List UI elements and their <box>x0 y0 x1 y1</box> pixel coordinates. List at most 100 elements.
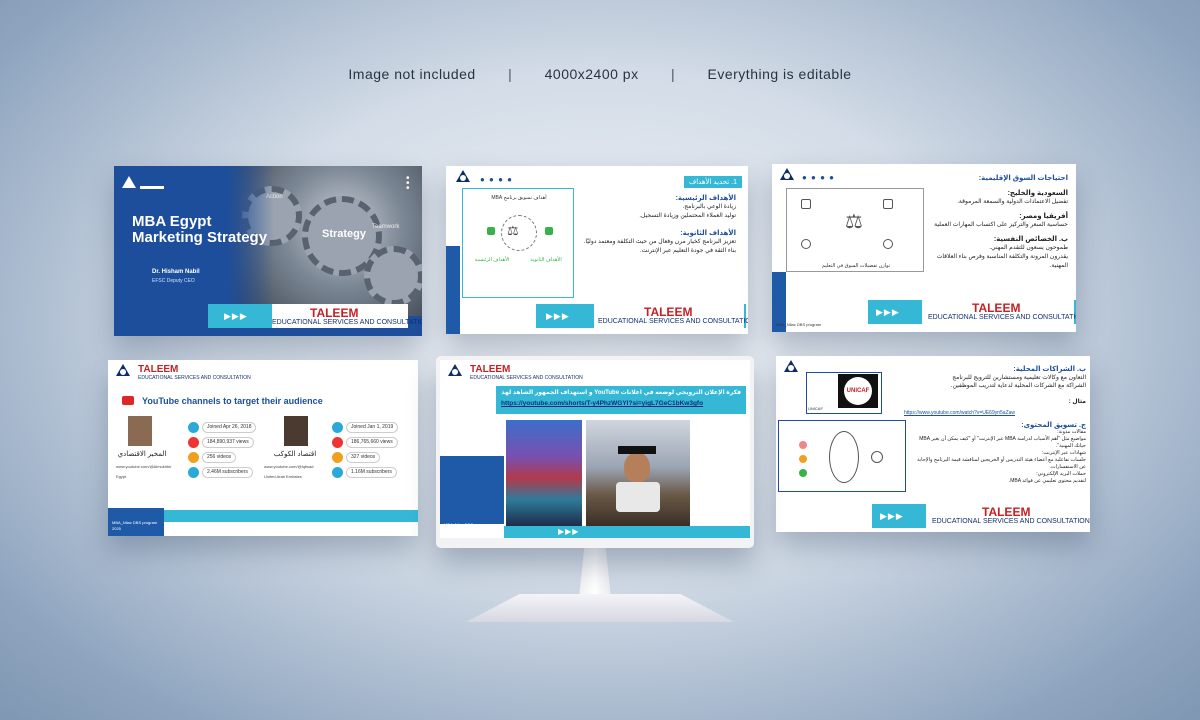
footer-note: MBA_Nilac DBS program <box>112 520 158 525</box>
scale-icon: ⚖ <box>507 223 519 238</box>
brand-sub: EDUCATIONAL SERVICES AND CONSULTATION <box>928 314 1076 321</box>
channel-2-name: اقتصاد الكوكب <box>273 451 317 458</box>
logo-icon <box>784 360 798 372</box>
brand-name: TALEEM <box>982 505 1031 519</box>
market-title: احتياجات السوق الإقليمية: <box>978 175 1068 182</box>
header-caption: Image not included | 4000x2400 px | Ever… <box>348 66 852 82</box>
slide-title-line2: Marketing Strategy <box>132 229 268 246</box>
objectives-diagram: أهداف تسويق برنامج MBA ⚖ الأهداف الرئيسي… <box>462 188 574 298</box>
content-5: حملات البريد الإلكتروني: <box>1036 471 1086 477</box>
secondary-goal-2: بناء الثقة في جودة التعليم عبر الإنترنت. <box>640 248 736 254</box>
content-2: مواضيع مثل "أهم الأسباب لدراسة MBA عبر ا… <box>919 436 1086 449</box>
logo-icon <box>116 364 130 376</box>
avatar <box>128 416 152 446</box>
channel-1-views: 184,890,937 views <box>202 437 254 448</box>
channel-1-videos: 256 videos <box>202 452 237 463</box>
menu-dots-icon[interactable]: • • • <box>406 174 410 194</box>
region-gulf: السعودية والخليج: <box>1007 190 1068 197</box>
partnerships-heading: ب. الشراكات المحلية: <box>1013 366 1086 373</box>
content-1: مقالات مدونة: <box>1057 429 1086 435</box>
channel-2-joined: Joined Jan 1, 2019 <box>346 422 399 433</box>
market-diagram: ⚖ توازن تفضيلات السوق في التعليم <box>786 188 924 272</box>
ad-description: فكرة الإعلان الترويجي لوضعه في اعلانات Y… <box>501 390 741 396</box>
content-3: شهادات عبر الإنترنت: <box>1042 450 1086 456</box>
avatar <box>284 416 308 446</box>
psych-point-2: يقدرون المرونة والتكلفة المناسبة وفرص بن… <box>936 254 1068 269</box>
brand-name: TALEEM <box>644 305 693 319</box>
secondary-goals-heading: الأهداف الثانوية: <box>680 230 736 237</box>
header-middle: 4000x2400 px <box>544 66 639 82</box>
region-africa-text: حساسية السعر والتركيز على اكتساب المهارا… <box>934 222 1068 228</box>
logo-icon <box>122 176 136 188</box>
slide-market-needs[interactable]: ● ● ● ● ⚖ توازن تفضيلات السوق في التعليم… <box>772 164 1076 332</box>
channel-1-joined: Joined Apr 26, 2018 <box>202 422 257 433</box>
brand-sub: EDUCATIONAL SERVICES AND CONSULTATION <box>470 375 583 381</box>
monitor: TALEEM EDUCATIONAL SERVICES AND CONSULTA… <box>436 356 754 548</box>
logo-icon <box>448 364 462 376</box>
logo-caption: UNICAF <box>808 406 823 411</box>
partnership-2: الشراكة مع الشركات المحلية لدعاية لتدريب… <box>950 383 1086 389</box>
example-link[interactable]: https://www.youtube.com/watch?v=UE69yn5a… <box>904 410 1015 416</box>
primary-goals-heading: الأهداف الرئيسية: <box>675 195 736 202</box>
logo-icon <box>456 170 470 182</box>
youtube-icon <box>122 396 134 405</box>
brand-name: TALEEM <box>972 301 1021 315</box>
channel-1-country: Egypt <box>116 474 127 479</box>
footer-year: 2025 <box>444 528 453 533</box>
brand-sub: EDUCATIONAL SERVICES AND CONSULTATION <box>138 375 251 381</box>
content-heading: ج. تسويق المحتوى: <box>1021 422 1086 429</box>
monitor-neck <box>578 548 612 600</box>
arrows-icon: ▶▶▶ <box>558 527 580 536</box>
presenter-name: Dr. Hisham Nabil <box>152 269 200 275</box>
ad-link[interactable]: https://youtube.com/shorts/T-y4PhzWGYI?s… <box>501 400 741 407</box>
header-right: Everything is editable <box>707 66 852 82</box>
region-gulf-text: تفضيل الاعتمادات الدولية والسمعة المرموق… <box>957 199 1068 205</box>
ad-image-graduate <box>586 420 690 526</box>
brand-name: TALEEM <box>138 364 179 375</box>
slide-youtube[interactable]: TALEEM EDUCATIONAL SERVICES AND CONSULTA… <box>108 360 418 536</box>
primary-goal-2: توليد العملاء المحتملين وزيادة التسجيل. <box>639 213 736 219</box>
logo-icon <box>780 168 794 180</box>
diagram-caption: توازن تفضيلات السوق في التعليم <box>821 263 891 269</box>
diagram-label-left: الأهداف الرئيسية <box>474 257 510 263</box>
channel-2-url: www.youtube.com/@Iqtisad <box>264 464 314 469</box>
youtube-title: YouTube channels to target their audienc… <box>142 396 323 406</box>
partnership-1: التعاون مع وكالات تعليمية ومستشارين للتر… <box>952 375 1086 381</box>
dots-decor: ● ● ● ● <box>480 175 513 184</box>
diagram-label-right: الأهداف الثانوية <box>530 257 562 263</box>
channel-2-videos: 327 videos <box>346 452 381 463</box>
brand-name: TALEEM <box>310 306 359 320</box>
slide-partnerships[interactable]: ب. الشراكات المحلية: التعاون مع وكالات ت… <box>776 356 1090 532</box>
channel-1-url: www.youtube.com/@Almokhbir <box>116 464 172 469</box>
header-left: Image not included <box>348 66 476 82</box>
brand-name: TALEEM <box>470 364 511 375</box>
channel-1-name: المخبر الاقتصادي <box>117 451 167 458</box>
brand-sub: EDUCATIONAL SERVICES AND CONSULTATION <box>272 319 422 326</box>
channel-2-country: United Arab Emirates <box>264 474 302 479</box>
footer-band <box>504 526 750 538</box>
example-label: مثال : <box>1068 399 1086 405</box>
arrows-icon: ▶▶▶ <box>880 511 904 521</box>
arrows-icon: ▶▶▶ <box>224 311 248 321</box>
slide-title[interactable]: Action Strategy Teamwork • • • MBA Egypt M… <box>114 166 422 336</box>
monitor-base <box>466 594 734 622</box>
content-diagram <box>778 420 906 492</box>
slide-ad-idea[interactable]: TALEEM EDUCATIONAL SERVICES AND CONSULTA… <box>440 360 750 538</box>
footer-year: 2025 <box>112 526 121 531</box>
presenter-role: EFSC Deputy CEO <box>152 278 195 284</box>
arrows-icon: ▶▶▶ <box>876 307 900 317</box>
channel-2-subs: 1.16M subscribers <box>346 467 397 478</box>
content-4: جلسات تفاعلية مع أعضاء هيئة التدريس أو ا… <box>917 457 1086 470</box>
arrows-icon: ▶▶▶ <box>546 311 570 321</box>
brand-sub: EDUCATIONAL SERVICES AND CONSULTATION <box>932 518 1090 525</box>
ad-image-game <box>506 420 582 526</box>
gear-label: Teamwork <box>372 224 400 230</box>
slide-objectives[interactable]: ● ● ● ● 1. تحديد الأهداف أهداف تسويق برن… <box>446 166 748 334</box>
section-tag: 1. تحديد الأهداف <box>683 176 742 188</box>
channel-2-views: 186,765,660 views <box>346 437 398 448</box>
diagram-title: أهداف تسويق برنامج MBA <box>491 195 547 201</box>
secondary-goal-1: تعزيز البرنامج كخيار مرن وفعال من حيث ال… <box>583 239 736 245</box>
dots-decor: ● ● ● ● <box>802 173 835 182</box>
footer-note: MBA_Nilac DBS program <box>444 522 490 527</box>
region-africa: أفريقيا ومصر: <box>1019 213 1068 220</box>
